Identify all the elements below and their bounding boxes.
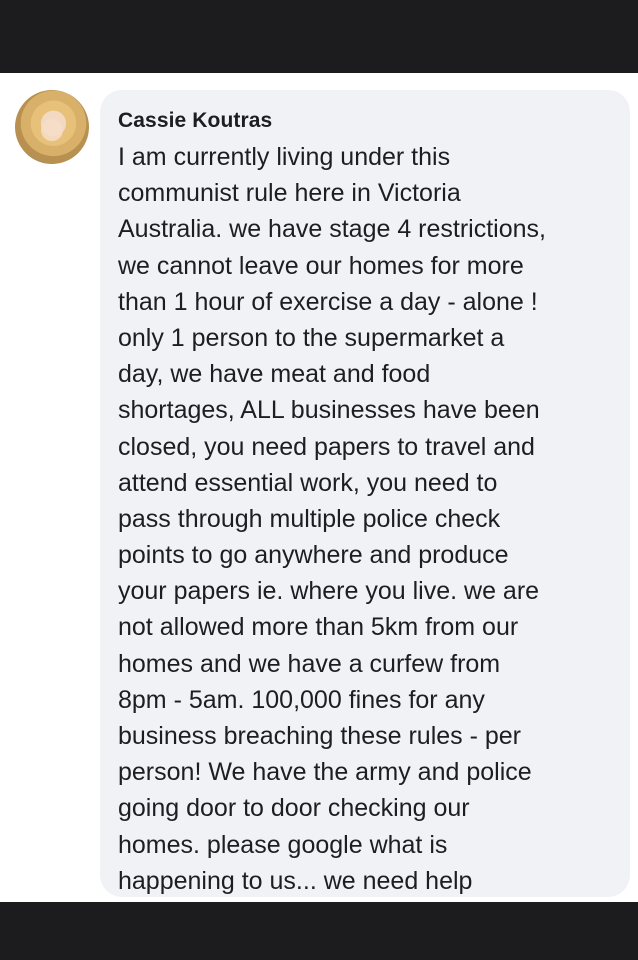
comment-line: your papers ie. where you live. we are xyxy=(118,577,540,606)
comment-line: we cannot leave our homes for more xyxy=(118,251,524,280)
comment-line: not allowed more than 5km from our xyxy=(118,613,519,642)
comment-container: Cassie Koutras I am currently living und… xyxy=(0,73,638,902)
comment-line: happening to us... we need help xyxy=(118,866,473,895)
comment-line: communist rule here in Victoria xyxy=(118,179,461,208)
comment-line: points to go anywhere and produce xyxy=(118,541,509,570)
comment-line: only 1 person to the supermarket a xyxy=(118,323,505,352)
comment-line: business breaching these rules - per xyxy=(118,722,522,750)
avatar[interactable] xyxy=(15,90,89,164)
comment-line: person! We have the army and police xyxy=(118,758,532,787)
comment-line: than 1 hour of exercise a day - alone ! xyxy=(118,287,538,316)
comment-line: 8pm - 5am. 100,000 fines for any xyxy=(118,685,485,714)
bottom-dark-bar xyxy=(0,902,638,960)
top-dark-bar xyxy=(0,0,638,73)
comment-line: day, we have meat and food xyxy=(118,360,431,389)
comment-line: homes and we have a curfew from xyxy=(118,649,501,678)
comment-bubble: Cassie Koutras I am currently living und… xyxy=(100,90,630,897)
comment-line: homes. please google what is xyxy=(118,830,448,859)
comment-line: shortages, ALL businesses have been xyxy=(118,396,540,425)
comment-line: going door to door checking our xyxy=(118,794,470,823)
comment-line: I am currently living under this xyxy=(118,143,451,171)
comment-line: pass through multiple police check xyxy=(118,504,501,533)
comment-line: attend essential work, you need to xyxy=(118,468,498,497)
comment-line: closed, you need papers to travel and xyxy=(118,432,535,461)
comment-author[interactable]: Cassie Koutras xyxy=(118,109,272,133)
comment-body: I am currently living under this communi… xyxy=(118,139,626,899)
comment-line: Australia. we have stage 4 restrictions, xyxy=(118,215,546,244)
